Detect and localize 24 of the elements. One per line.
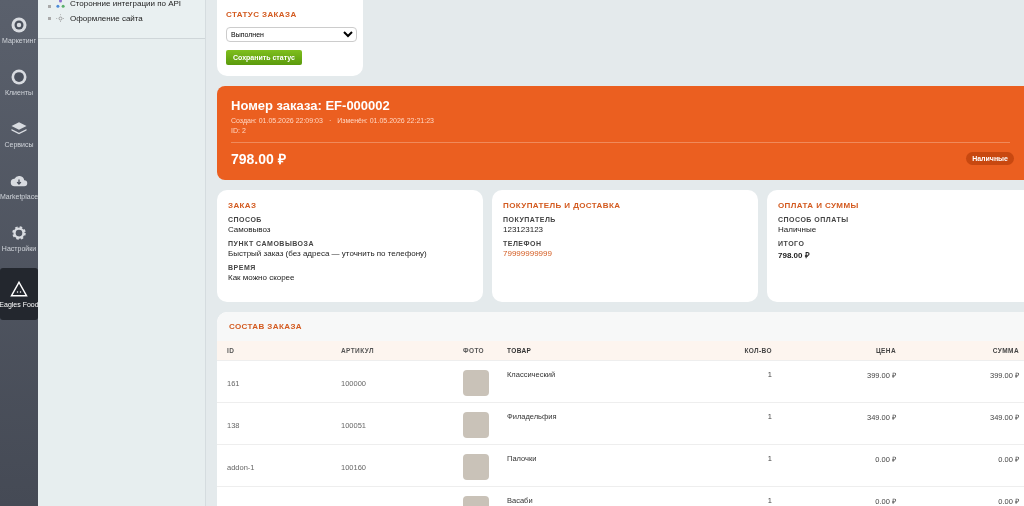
card-title: ПОКУПАТЕЛЬ И ДОСТАВКА (503, 201, 622, 210)
sidebar-item[interactable]: Сторонние интеграции по API (48, 0, 199, 8)
photo-placeholder (463, 454, 489, 480)
field-value: 123123123 (503, 225, 545, 234)
order-number: Номер заказа: EF-000002 (231, 98, 391, 113)
field-value: Самовывоз (228, 225, 272, 234)
sidebar-item[interactable]: Оформление сайта (48, 8, 199, 28)
table-title: СОСТАВ ЗАКАЗА (217, 312, 1024, 341)
card-title: ЗАКАЗ (228, 201, 258, 210)
card-title: ОПЛАТА И СУММЫ (778, 201, 860, 210)
photo-placeholder (463, 370, 489, 396)
sun-icon (56, 13, 65, 23)
settings-icon (10, 224, 28, 242)
card-title: СТАТУС ЗАКАЗА (226, 10, 297, 19)
triangle-icon (10, 280, 28, 298)
phone-link[interactable]: 79999999999 (503, 249, 747, 258)
field-value: 798.00 ₽ (778, 250, 811, 260)
field-value: Быстрый заказ (без адреса — уточнить по телефону) (228, 249, 428, 258)
target-icon (10, 16, 28, 34)
order-total: 798.00 ₽ (231, 150, 286, 168)
field-value: Как можно скорее (228, 273, 296, 282)
nodes-icon (56, 0, 65, 8)
photo-placeholder (463, 412, 489, 438)
field-value: Наличные (778, 225, 818, 234)
